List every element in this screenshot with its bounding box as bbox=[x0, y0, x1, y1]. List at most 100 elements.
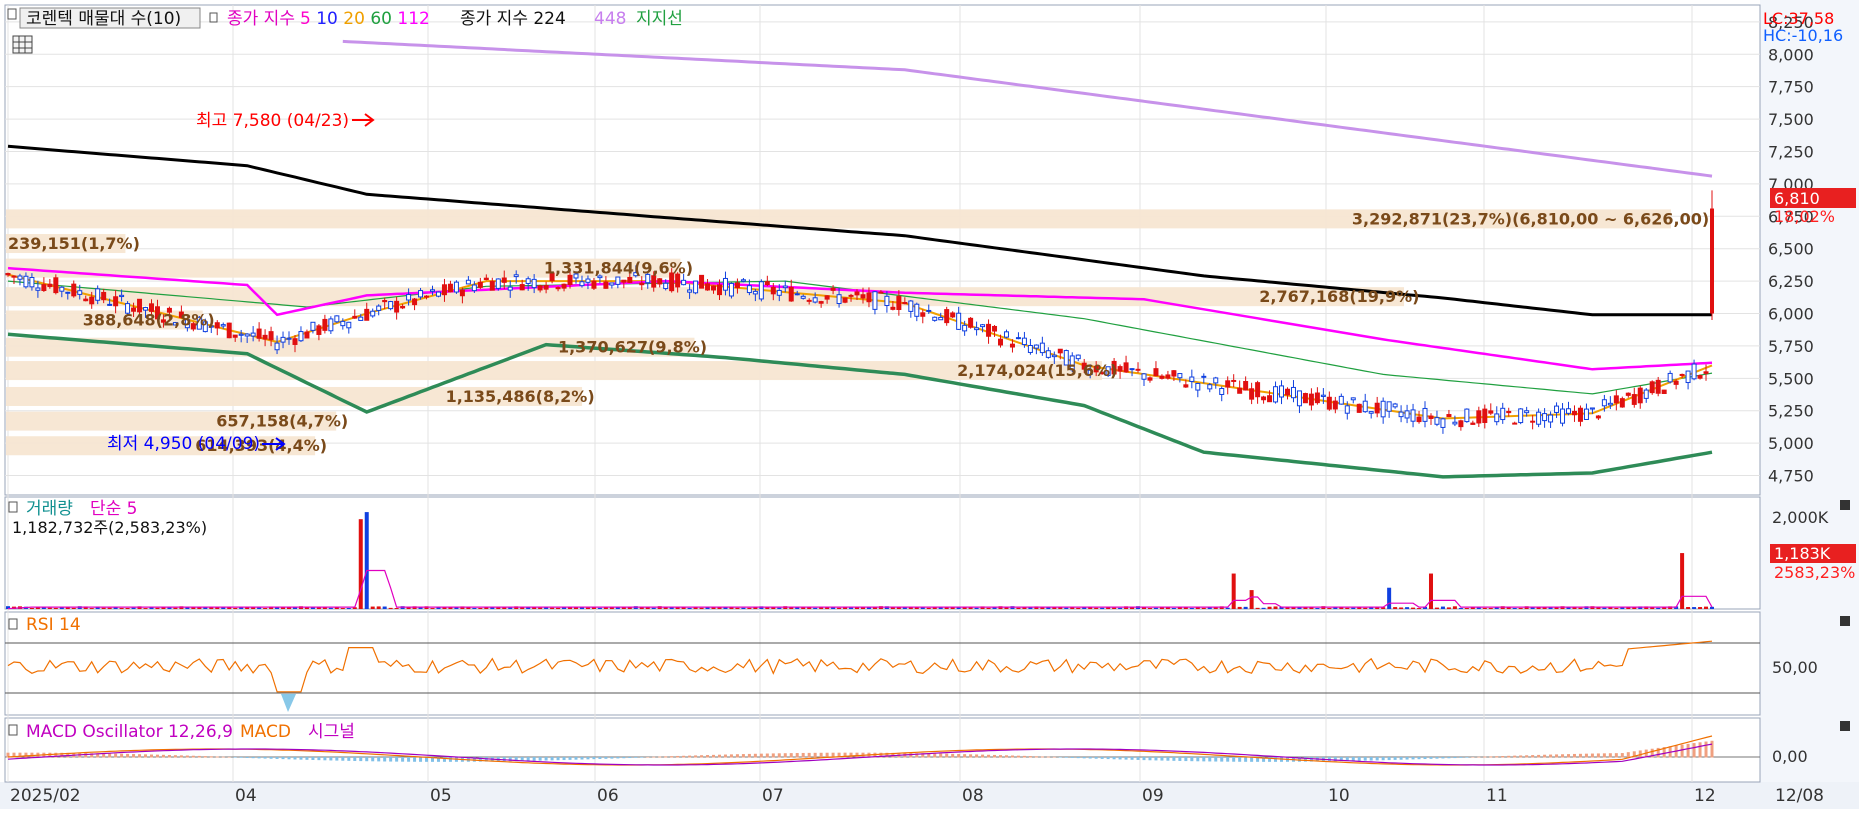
volume-bar bbox=[496, 607, 501, 609]
candle-body bbox=[1159, 375, 1165, 379]
candle-body bbox=[1380, 400, 1386, 418]
volume-bar bbox=[813, 607, 818, 609]
candle-body bbox=[1577, 407, 1583, 422]
macd-bar bbox=[1531, 755, 1535, 758]
candle-body bbox=[1141, 373, 1147, 380]
table-icon[interactable] bbox=[12, 35, 33, 54]
macd-bar bbox=[1082, 757, 1086, 759]
candle-body bbox=[1165, 374, 1171, 379]
macd-label: MACD bbox=[240, 722, 291, 742]
volume-bar bbox=[53, 607, 58, 609]
macd-close-icon[interactable] bbox=[1840, 721, 1850, 731]
macd-bar bbox=[1357, 757, 1361, 761]
macd-bar bbox=[610, 757, 614, 759]
macd-bar bbox=[185, 755, 189, 758]
volume-bar bbox=[1656, 607, 1661, 609]
candle-body bbox=[806, 299, 812, 302]
macd-title[interactable]: MACD Oscillator 12,26,9 bbox=[26, 722, 233, 742]
volume-bar bbox=[364, 512, 369, 609]
legend-ma-periods: 5 10 20 60 112 bbox=[300, 9, 430, 29]
volume-bar bbox=[1578, 607, 1583, 609]
volume-bar bbox=[1243, 606, 1248, 609]
rsi-close-icon[interactable] bbox=[1840, 616, 1850, 626]
candle-body bbox=[1488, 410, 1494, 414]
volume-title[interactable]: 거래량 bbox=[26, 499, 73, 519]
volume-current: 1,183K bbox=[1774, 544, 1831, 563]
macd-bar bbox=[144, 754, 148, 758]
candle-body bbox=[274, 342, 280, 351]
macd-bar bbox=[1608, 753, 1612, 758]
candle-body bbox=[29, 277, 35, 288]
candle-body bbox=[1045, 350, 1051, 358]
candle-body bbox=[561, 283, 567, 289]
macd-bar bbox=[753, 753, 757, 758]
time-tick-label: 07 bbox=[762, 786, 784, 806]
candle-body bbox=[866, 292, 872, 303]
macd-bar bbox=[1519, 755, 1523, 758]
candle-body bbox=[322, 318, 328, 331]
volume-bar bbox=[1417, 608, 1422, 609]
volume-bar bbox=[203, 607, 208, 609]
candle-body bbox=[627, 276, 633, 283]
macd-bar bbox=[1028, 756, 1032, 758]
candle-body bbox=[1039, 342, 1045, 354]
volume-bar bbox=[1327, 607, 1332, 609]
volume-close-icon[interactable] bbox=[1840, 500, 1850, 510]
hc-label: HC:-10,16 bbox=[1763, 26, 1843, 45]
candle-body bbox=[1566, 408, 1572, 414]
macd-bar bbox=[1040, 756, 1044, 758]
macd-bar bbox=[759, 753, 763, 758]
macd-bar bbox=[1578, 753, 1582, 758]
candle-body bbox=[950, 312, 956, 318]
legend-title[interactable]: 코렌텍 매물대 수(10) bbox=[26, 9, 181, 29]
macd-bar bbox=[203, 756, 207, 758]
candle-body bbox=[1506, 410, 1512, 414]
macd-bar bbox=[939, 753, 943, 758]
candle-body bbox=[1464, 408, 1470, 423]
time-axis[interactable] bbox=[0, 782, 1859, 809]
candle-body bbox=[400, 305, 406, 309]
macd-bar bbox=[1154, 757, 1158, 761]
macd-bar bbox=[1555, 754, 1559, 758]
candle-body bbox=[226, 322, 232, 339]
macd-bar bbox=[1076, 757, 1080, 759]
macd-bar bbox=[227, 756, 231, 758]
macd-bar bbox=[987, 754, 991, 758]
candle-body bbox=[896, 295, 902, 311]
volume-bar bbox=[908, 607, 913, 609]
volume-bar bbox=[508, 607, 513, 609]
macd-bar bbox=[173, 755, 177, 758]
candle-body bbox=[800, 295, 806, 299]
macd-bar bbox=[1058, 757, 1062, 758]
volume-bar bbox=[1399, 607, 1404, 609]
candle-body bbox=[621, 279, 627, 283]
volume-bar bbox=[1171, 607, 1176, 609]
volume-bar bbox=[1201, 607, 1206, 609]
candle-body bbox=[1219, 388, 1225, 395]
candle-body bbox=[1267, 395, 1273, 403]
candle-body bbox=[376, 305, 382, 311]
price-tick-label: 4,750 bbox=[1768, 467, 1814, 486]
candle-body bbox=[1512, 422, 1518, 425]
candle-body bbox=[1015, 337, 1021, 340]
candle-body bbox=[764, 281, 770, 286]
macd-bar bbox=[544, 757, 548, 761]
macd-bar bbox=[676, 755, 680, 758]
candle-body bbox=[537, 285, 543, 291]
macd-bar bbox=[568, 757, 572, 760]
candle-body bbox=[59, 286, 65, 292]
macd-bar bbox=[1004, 755, 1008, 758]
candle-body bbox=[1667, 372, 1673, 383]
macd-bar bbox=[1381, 757, 1385, 761]
volume-bar bbox=[747, 607, 752, 609]
rsi-title[interactable]: RSI 14 bbox=[26, 615, 81, 635]
candle-body bbox=[1476, 410, 1482, 424]
candle-body bbox=[818, 301, 824, 304]
candle-body bbox=[53, 277, 59, 294]
macd-bar bbox=[789, 753, 793, 758]
candle-body bbox=[101, 291, 107, 301]
macd-bar bbox=[1184, 757, 1188, 762]
candle-body bbox=[394, 300, 400, 313]
price-tick-label: 6,250 bbox=[1768, 272, 1814, 291]
candle-body bbox=[1710, 208, 1714, 314]
